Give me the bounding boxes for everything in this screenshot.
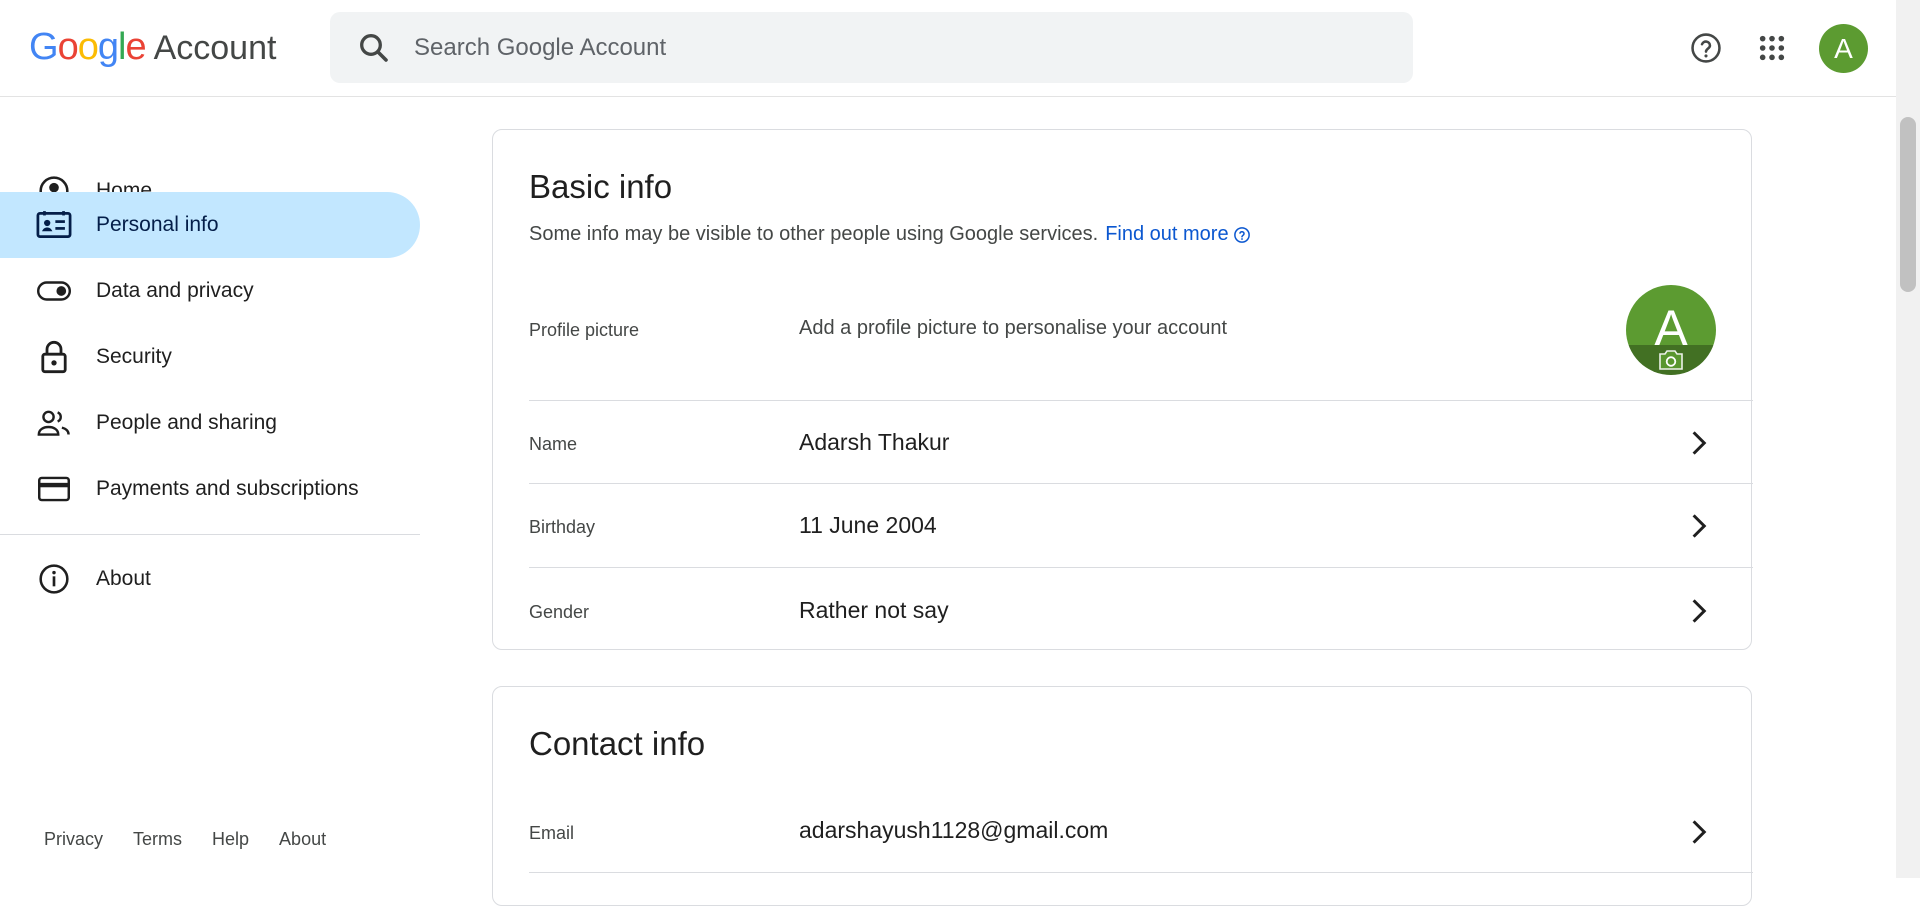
logo-letter: o: [77, 26, 99, 68]
contact-info-card: Contact info Email adarshayush1128@gmail…: [492, 686, 1753, 906]
logo-letter: e: [125, 26, 146, 68]
sidebar-item-security[interactable]: Security: [0, 324, 420, 390]
sidebar-item-payments-and-subscriptions[interactable]: Payments and subscriptions: [0, 456, 420, 522]
chevron-right-icon: [1692, 820, 1707, 844]
help-circle-icon[interactable]: [1233, 226, 1251, 244]
top-app-bar: Google Account A: [0, 0, 1896, 97]
apps-grid-icon: [1759, 35, 1785, 61]
lock-icon: [36, 339, 72, 375]
footer-link-terms[interactable]: Terms: [133, 829, 182, 850]
row-label: Email: [529, 823, 575, 843]
gender-row[interactable]: Gender Rather not say: [529, 568, 1753, 651]
row-value: Rather not say: [799, 597, 949, 623]
email-row[interactable]: Email adarshayush1128@gmail.com: [529, 787, 1753, 871]
search-icon[interactable]: [356, 30, 392, 66]
toggle-icon: [36, 273, 72, 309]
footer-link-privacy[interactable]: Privacy: [44, 829, 103, 850]
card-subtitle: Some info may be visible to other people…: [529, 223, 1251, 246]
row-label: Profile picture: [529, 320, 640, 340]
row-divider: [529, 872, 1753, 873]
sidebar-item-about[interactable]: About: [0, 546, 420, 612]
sidebar-footer: Privacy Terms Help About: [44, 829, 356, 850]
search-input[interactable]: [414, 12, 1374, 83]
row-label: Gender: [529, 602, 590, 622]
footer-link-help[interactable]: Help: [212, 829, 249, 850]
row-value: Add a profile picture to personalise you…: [799, 317, 1228, 339]
row-label: Birthday: [529, 517, 596, 537]
google-apps-button[interactable]: [1748, 24, 1796, 72]
logo-letter: l: [117, 26, 127, 68]
sidebar-item-label: People and sharing: [96, 411, 277, 434]
sidebar-item-label: Payments and subscriptions: [96, 477, 359, 500]
side-navigation: Home Personal info Data and privacy Secu…: [0, 97, 420, 878]
logo-letter: o: [57, 26, 79, 68]
page-scrollbar[interactable]: [1896, 0, 1920, 878]
row-label: Name: [529, 434, 578, 454]
people-icon: [36, 405, 72, 441]
google-wordmark: Google: [29, 26, 147, 69]
info-icon: [36, 561, 72, 597]
sidebar-item-label: About: [96, 567, 151, 590]
search-bar[interactable]: [330, 12, 1413, 83]
credit-card-icon: [36, 471, 72, 507]
id-card-icon: [36, 207, 72, 243]
profile-picture-avatar[interactable]: A: [1626, 285, 1716, 375]
sidebar-item-label: Personal info: [96, 213, 219, 236]
find-out-more-link[interactable]: Find out more: [1105, 223, 1228, 246]
account-avatar-button[interactable]: A: [1819, 24, 1868, 73]
chevron-right-icon: [1692, 599, 1707, 623]
sidebar-item-data-and-privacy[interactable]: Data and privacy: [0, 258, 420, 324]
help-button[interactable]: [1682, 24, 1730, 72]
logo-letter: G: [29, 26, 59, 68]
chevron-right-icon: [1692, 431, 1707, 455]
avatar-letter: A: [1834, 32, 1853, 64]
google-account-logo[interactable]: Google Account: [29, 26, 276, 72]
row-value: 11 June 2004: [799, 512, 937, 538]
sidebar-item-label: Data and privacy: [96, 279, 254, 302]
footer-link-about[interactable]: About: [279, 829, 326, 850]
card-title: Basic info: [529, 168, 673, 205]
basic-info-card: Basic info Some info may be visible to o…: [492, 129, 1753, 651]
row-value: Adarsh Thakur: [799, 429, 950, 455]
sidebar-item-label: Security: [96, 345, 172, 368]
profile-picture-row[interactable]: Profile picture Add a profile picture to…: [529, 286, 1753, 374]
scrollbar-thumb[interactable]: [1900, 117, 1916, 292]
subtitle-text: Some info may be visible to other people…: [529, 223, 1099, 245]
help-icon: [1691, 33, 1721, 63]
logo-account-text: Account: [153, 29, 277, 67]
camera-icon: [1659, 350, 1683, 370]
logo-letter: g: [97, 26, 119, 68]
chevron-right-icon: [1692, 514, 1707, 538]
row-value: adarshayush1128@gmail.com: [799, 817, 1109, 843]
sidebar-item-personal-info[interactable]: Personal info: [0, 192, 420, 258]
name-row[interactable]: Name Adarsh Thakur: [529, 401, 1753, 484]
card-title: Contact info: [529, 725, 706, 762]
sidebar-divider: [0, 534, 420, 535]
sidebar-item-people-and-sharing[interactable]: People and sharing: [0, 390, 420, 456]
birthday-row[interactable]: Birthday 11 June 2004: [529, 484, 1753, 567]
